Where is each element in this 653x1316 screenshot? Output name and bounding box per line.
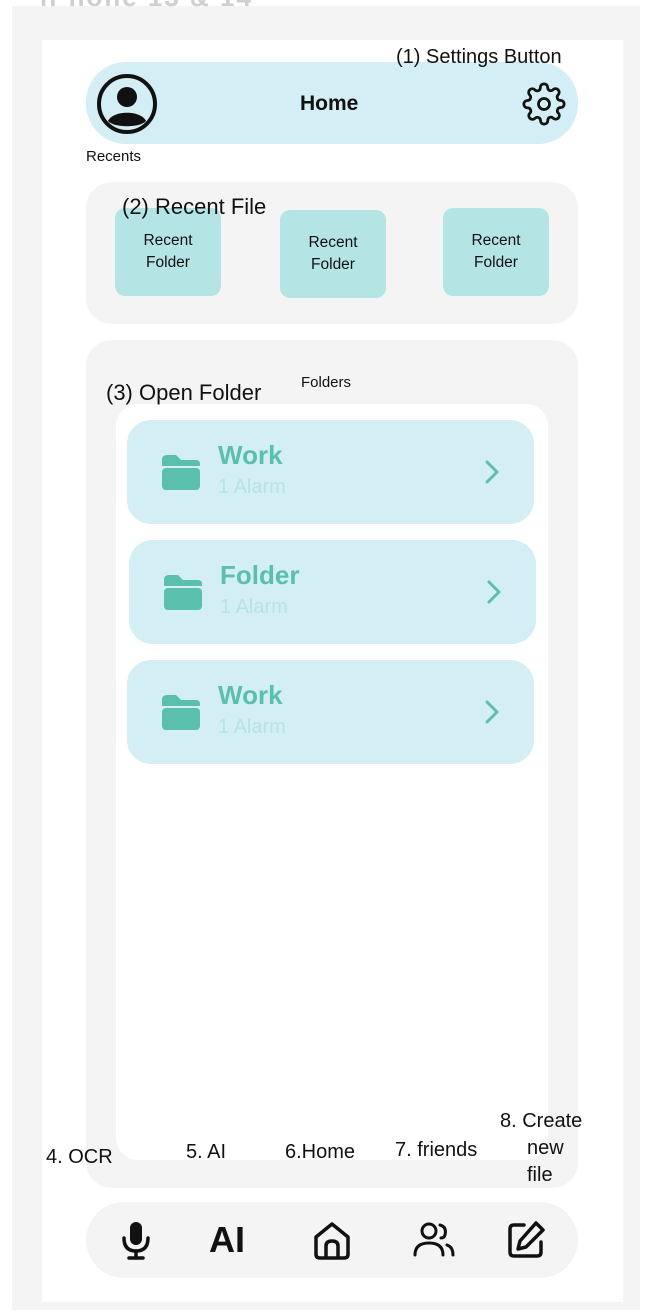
recent-file-annotation: (2) Recent File	[122, 194, 267, 219]
create-annotation-line3: file	[527, 1164, 553, 1186]
friends-icon	[413, 1222, 455, 1257]
microphone-icon	[122, 1222, 150, 1260]
create-annotation-line2: new	[527, 1137, 564, 1159]
chevron-right-icon	[485, 460, 499, 484]
folder-icon	[162, 695, 200, 730]
chevron-right-icon	[485, 700, 499, 724]
settings-button[interactable]	[522, 82, 566, 126]
home-icon	[314, 1222, 350, 1260]
recent-folder-card[interactable]: Recent Folder	[115, 208, 221, 296]
chevron-right-icon	[487, 580, 501, 604]
recent-card-line2: Folder	[146, 254, 190, 271]
folder-subtitle: 1 Alarm	[218, 716, 286, 738]
page-title: Home	[300, 92, 359, 115]
edit-icon	[508, 1221, 545, 1258]
folder-name: Work	[218, 680, 283, 710]
open-folder-annotation: (3) Open Folder	[106, 380, 262, 405]
settings-annotation: (1) Settings Button	[396, 46, 562, 68]
folder-name: Folder	[220, 560, 300, 590]
folder-row[interactable]: Work 1 Alarm	[127, 420, 534, 524]
folders-label: Folders	[301, 374, 352, 391]
recent-card-line2: Folder	[311, 256, 355, 273]
ai-annotation: 5. AI	[186, 1141, 227, 1163]
clipped-title-fragment: iPhone 13 & 14	[40, 0, 340, 10]
recents-label: Recents	[86, 148, 142, 165]
folder-icon	[162, 455, 200, 490]
folder-row[interactable]: Folder 1 Alarm	[129, 540, 536, 644]
ocr-annotation: 4. OCR	[46, 1146, 113, 1168]
recent-folder-card[interactable]: Recent Folder	[280, 210, 386, 298]
folder-row[interactable]: Work 1 Alarm	[127, 660, 534, 764]
friends-annotation: 7. friends	[395, 1139, 478, 1161]
folder-name: Work	[218, 440, 283, 470]
home-button[interactable]	[306, 1214, 358, 1266]
folder-icon	[164, 575, 202, 610]
recent-card-line1: Recent	[143, 232, 193, 249]
create-file-button[interactable]	[500, 1214, 552, 1266]
friends-button[interactable]	[408, 1214, 460, 1266]
ocr-button[interactable]	[110, 1214, 162, 1266]
folder-subtitle: 1 Alarm	[218, 476, 286, 498]
profile-avatar[interactable]	[95, 72, 159, 136]
ai-label: AI	[209, 1219, 245, 1260]
recent-card-line1: Recent	[308, 234, 358, 251]
folder-subtitle: 1 Alarm	[220, 596, 288, 618]
user-icon	[97, 74, 157, 134]
ai-button[interactable]: AI	[201, 1214, 253, 1266]
home-annotation: 6.Home	[285, 1141, 356, 1163]
gear-icon	[522, 82, 566, 126]
recent-card-line2: Folder	[474, 254, 518, 271]
create-annotation-line1: 8. Create	[500, 1110, 583, 1132]
recent-card-line1: Recent	[471, 232, 521, 249]
recent-folder-card[interactable]: Recent Folder	[443, 208, 549, 296]
